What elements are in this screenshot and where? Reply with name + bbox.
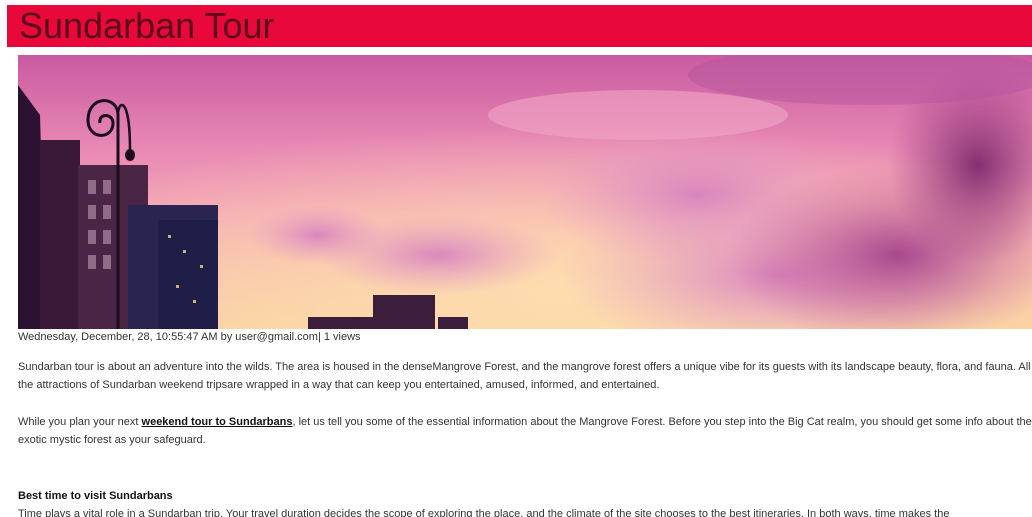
article-paragraph: Time plays a vital role in a Sundarban t… (18, 508, 950, 517)
title-bar: Sundarban Tour (7, 5, 1032, 47)
page: Sundarban Tour Wednesday, December, 28, … (0, 0, 1032, 517)
paragraph-text: While you plan your next (18, 416, 142, 428)
page-title: Sundarban Tour (19, 5, 275, 46)
section-heading: Best time to visit Sundarbans (18, 490, 173, 502)
weekend-tour-link[interactable]: weekend tour to Sundarbans (142, 416, 293, 428)
hero-image (18, 55, 1032, 329)
article-paragraph: Sundarban tour is about an adventure int… (18, 361, 1031, 391)
article-paragraph: While you plan your next weekend tour to… (18, 413, 1032, 449)
post-meta: Wednesday, December, 28, 10:55:47 AM by … (18, 331, 361, 343)
